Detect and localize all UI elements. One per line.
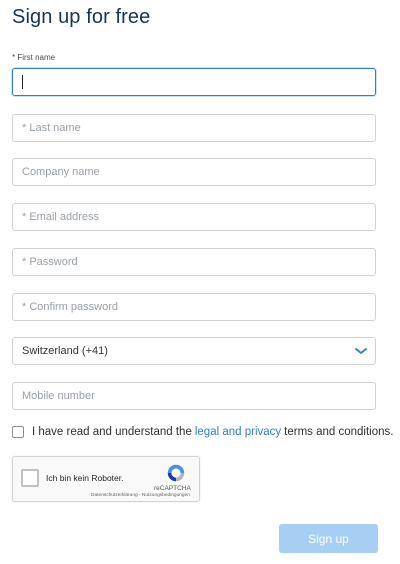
text-caret: [22, 75, 23, 89]
email-field[interactable]: * Email address: [12, 203, 376, 231]
company-name-placeholder: Company name: [22, 166, 100, 178]
recaptcha-terms-links[interactable]: Datenschutzerklärung - Nutzungsbedingung…: [91, 493, 190, 498]
recaptcha-brand: reCAPTCHA: [154, 485, 191, 492]
mobile-number-field[interactable]: Mobile number: [12, 382, 376, 410]
signup-page: Sign up for free * First name * Last nam…: [0, 0, 400, 564]
page-title: Sign up for free: [12, 6, 151, 28]
country-selected-value: Switzerland (+41): [22, 345, 108, 357]
recaptcha-widget: Ich bin kein Roboter. reCAPTCHA Datensch…: [12, 456, 200, 502]
recaptcha-checkbox[interactable]: [21, 469, 39, 487]
last-name-placeholder: * Last name: [22, 122, 81, 134]
recaptcha-label: Ich bin kein Roboter.: [46, 473, 124, 483]
legal-privacy-link[interactable]: legal and privacy: [195, 426, 281, 438]
recaptcha-logo-icon: [167, 464, 185, 482]
password-placeholder: * Password: [22, 256, 78, 268]
first-name-field[interactable]: [12, 68, 376, 96]
first-name-label: * First name: [12, 53, 56, 62]
country-code-select[interactable]: Switzerland (+41): [12, 337, 376, 365]
mobile-number-placeholder: Mobile number: [22, 390, 95, 402]
terms-text-before: I have read and understand the: [32, 426, 192, 438]
password-field[interactable]: * Password: [12, 248, 376, 276]
email-placeholder: * Email address: [22, 211, 100, 223]
chevron-down-icon: [355, 348, 367, 354]
terms-checkbox[interactable]: [12, 426, 24, 438]
confirm-password-placeholder: * Confirm password: [22, 301, 118, 313]
company-name-field[interactable]: Company name: [12, 158, 376, 186]
terms-text-after: terms and conditions.: [284, 426, 394, 438]
signup-button[interactable]: Sign up: [279, 524, 378, 553]
last-name-field[interactable]: * Last name: [12, 114, 376, 142]
confirm-password-field[interactable]: * Confirm password: [12, 293, 376, 321]
terms-row: I have read and understand the legal and…: [12, 426, 393, 438]
